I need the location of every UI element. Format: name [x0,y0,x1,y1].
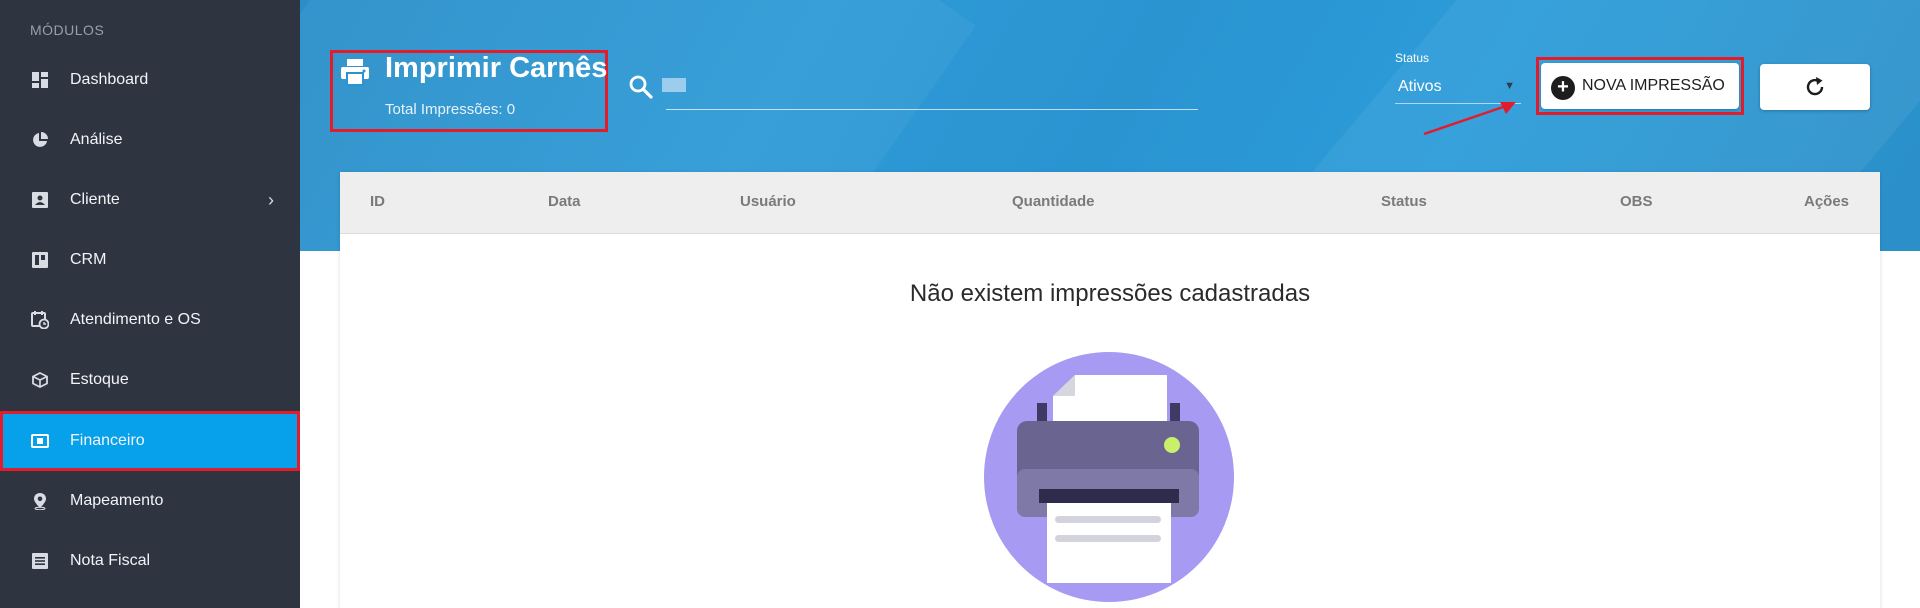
column-header-acoes: Ações [1804,193,1850,210]
status-selected-value: Ativos [1398,78,1442,95]
annotation-arrow [1423,102,1516,136]
empty-state-message: Não existem impressões cadastradas [909,280,1311,307]
impressions-table: ID Data Usuário Quantidade Status OBS Aç… [340,172,1880,608]
column-header-quantidade[interactable]: Quantidade [1012,193,1095,210]
search-input[interactable] [666,70,1198,110]
printer-icon [340,58,370,86]
money-icon [30,431,50,451]
dropdown-arrow-icon: ▼ [1504,80,1515,92]
sidebar-item-label: CRM [70,251,107,268]
sidebar: MÓDULOS Dashboard Análise Cliente › CRM … [0,0,300,608]
dashboard-icon [30,70,50,90]
sidebar-item-mapeamento[interactable]: Mapeamento [0,471,300,531]
sidebar-item-analise[interactable]: Análise [0,110,300,170]
pie-chart-icon [30,130,50,150]
kanban-board-icon [30,250,50,270]
sidebar-item-label: Dashboard [70,71,149,88]
map-pin-icon [30,491,50,511]
sidebar-item-atendimento[interactable]: Atendimento e OS [0,290,300,350]
page-title: Imprimir Carnês [385,52,608,84]
search-text-cursor [662,78,686,92]
new-impression-button[interactable]: + NOVA IMPRESSÃO [1541,63,1739,109]
sidebar-item-label: Análise [70,131,123,148]
column-header-status[interactable]: Status [1381,193,1427,210]
contact-card-icon [30,190,50,210]
column-header-obs[interactable]: OBS [1620,193,1653,210]
sidebar-item-label: Mapeamento [70,492,164,509]
chevron-right-icon: › [268,189,274,210]
total-impressions: Total Impressões: 0 [385,101,516,118]
new-impression-label: NOVA IMPRESSÃO [1582,77,1725,94]
add-circle-icon: + [1551,76,1575,100]
sidebar-item-label: Cliente [70,191,120,208]
column-header-usuario[interactable]: Usuário [740,193,796,210]
column-header-id[interactable]: ID [370,193,385,210]
sidebar-heading: MÓDULOS [30,22,105,38]
status-label: Status [1395,51,1430,65]
sidebar-item-estoque[interactable]: Estoque [0,350,300,410]
printer-illustration [984,352,1234,602]
sidebar-item-label: Atendimento e OS [70,311,201,328]
sidebar-item-nota-fiscal[interactable]: Nota Fiscal [0,531,300,591]
sidebar-item-financeiro[interactable]: Financeiro [0,411,300,471]
sidebar-item-label: Nota Fiscal [70,552,151,569]
sidebar-item-dashboard[interactable]: Dashboard [0,50,300,110]
sidebar-item-label: Estoque [70,371,129,388]
receipt-icon [30,551,50,571]
sidebar-item-cliente[interactable]: Cliente › [0,170,300,230]
calendar-clock-icon [30,310,50,330]
column-header-data[interactable]: Data [548,193,581,210]
search-icon[interactable] [628,74,654,100]
sidebar-item-label: Financeiro [70,432,145,449]
table-header: ID Data Usuário Quantidade Status OBS Aç… [340,172,1880,234]
refresh-icon [1806,77,1824,96]
box-icon [30,370,50,390]
sidebar-item-crm[interactable]: CRM [0,230,300,290]
refresh-button[interactable] [1760,64,1870,110]
